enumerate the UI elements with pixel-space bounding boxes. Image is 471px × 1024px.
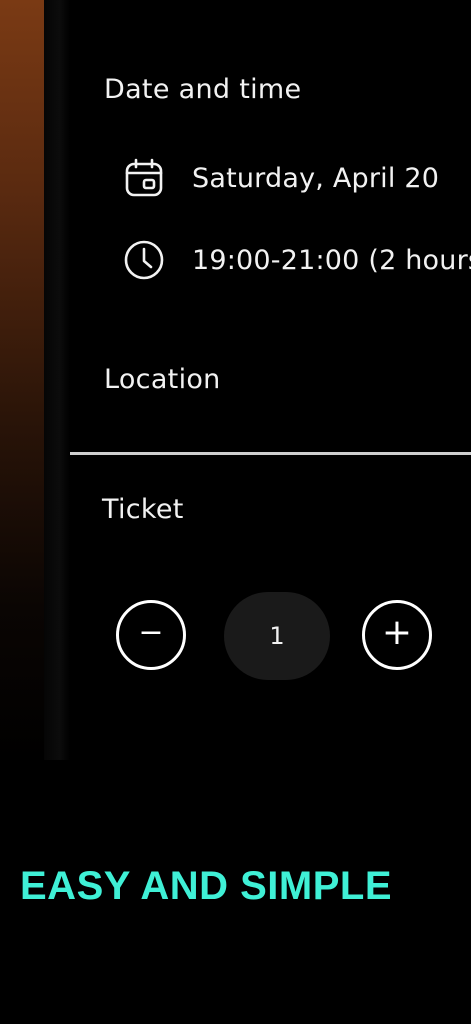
date-time-heading: Date and time	[104, 74, 302, 105]
ticket-quantity-value: 1	[224, 592, 330, 680]
decrement-button[interactable]: −	[116, 600, 186, 670]
background-glow	[0, 0, 44, 760]
increment-button[interactable]: +	[362, 600, 432, 670]
minus-icon: −	[138, 615, 164, 650]
ticket-quantity-stepper: − 1 +	[116, 592, 436, 682]
calendar-icon	[122, 156, 166, 200]
tagline: EASY AND SIMPLE	[20, 864, 393, 908]
phone-bezel	[44, 0, 70, 760]
time-row: 19:00-21:00 (2 hours)	[122, 238, 471, 282]
ticket-heading: Ticket	[102, 494, 184, 525]
event-date: Saturday, April 20	[192, 162, 440, 194]
location-heading[interactable]: Location	[104, 364, 221, 395]
section-divider	[70, 452, 471, 455]
clock-icon	[122, 238, 166, 282]
date-row: Saturday, April 20	[122, 156, 439, 200]
event-details-screen: Date and time Saturday, April 20 19:00-2…	[70, 0, 471, 740]
promo-stage: Date and time Saturday, April 20 19:00-2…	[0, 0, 471, 1024]
plus-icon: +	[381, 612, 413, 653]
event-time: 19:00-21:00 (2 hours)	[192, 244, 471, 276]
